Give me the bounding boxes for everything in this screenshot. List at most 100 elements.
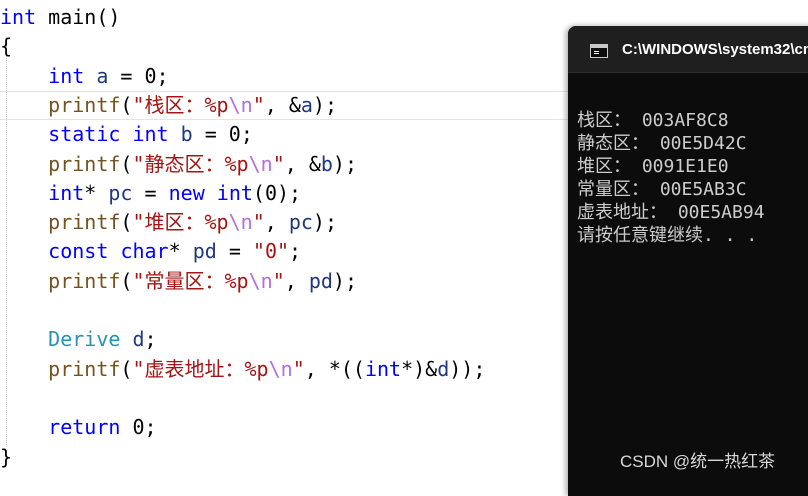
code-token: printf [48,210,121,234]
code-token: pd [308,269,333,293]
console-output-line: 静态区： 00E5D42C [577,133,747,154]
code-token: main() [36,5,121,29]
code-line[interactable]: return 0; [0,413,156,442]
code-token: new [168,181,205,205]
code-token: \n [248,269,273,293]
code-token: " [292,357,305,381]
code-line[interactable]: int main() [0,3,120,32]
code-token: char [120,239,169,263]
code-token: = [132,181,169,205]
code-token: printf [48,152,121,176]
code-token: \n [228,93,253,117]
code-token: ( [120,93,133,117]
code-token: = 0; [192,122,253,146]
code-token: "堆区：%p [132,210,229,234]
code-token: int [364,357,402,381]
code-token: const [48,239,109,263]
console-titlebar[interactable]: C:\WINDOWS\system32\cmd.exe [568,26,808,73]
code-token: a [96,64,109,88]
code-token: return [48,415,121,439]
code-token: ); [332,269,358,293]
code-token: ( [120,210,133,234]
code-token: } [0,445,13,469]
code-token: (0); [252,181,302,205]
code-token: " [272,269,285,293]
code-token: a [300,93,313,117]
code-line[interactable]: printf("静态区：%p\n", &b); [0,150,357,179]
code-token: int [48,64,85,88]
code-token: { [0,34,13,58]
code-token: ( [120,152,133,176]
code-token: " [252,93,265,117]
code-token: \n [248,152,273,176]
code-token: "0" [252,239,290,263]
code-token: " [272,152,285,176]
code-token: ( [120,357,133,381]
console-title: C:\WINDOWS\system32\cmd.exe [622,41,808,58]
code-token: \n [268,357,293,381]
console-output-line: 栈区： 003AF8C8 [577,110,729,131]
console-output-line: 常量区： 00E5AB3C [577,179,747,200]
code-line[interactable]: printf("栈区：%p\n", &a); [0,91,337,120]
console-window[interactable]: C:\WINDOWS\system32\cmd.exe 栈区： 003AF8C8… [568,26,808,496]
code-token: , [284,269,309,293]
code-token: * [84,181,109,205]
code-line[interactable]: int a = 0; [0,62,168,91]
code-line[interactable]: { [0,32,12,61]
code-token: ; [289,239,302,263]
code-token: "常量区：%p [132,269,249,293]
code-line[interactable]: printf("虚表地址：%p\n", *((int*)&d)); [0,355,485,384]
code-token: , & [264,93,301,117]
console-output-line: 请按任意键继续. . . [577,225,758,246]
code-token: ); [332,152,357,176]
code-token: pc [108,181,133,205]
code-line[interactable]: Derive d; [0,325,156,354]
code-line[interactable]: int* pc = new int(0); [0,179,301,208]
code-line[interactable]: printf("堆区：%p\n", pc); [0,208,337,237]
code-token: static [48,122,121,146]
code-token: printf [48,93,121,117]
code-token: " [252,210,265,234]
code-token: )); [449,357,486,381]
code-token: printf [48,269,121,293]
code-token: \n [228,210,253,234]
code-token: d [132,327,145,351]
code-line[interactable]: } [0,443,12,472]
code-token: , *(( [304,357,365,381]
console-output-line: 堆区： 0091E1E0 [577,156,729,177]
code-line[interactable]: static int b = 0; [0,120,253,149]
watermark: CSDN @统一热红茶 [620,452,776,471]
code-token: ); [312,210,338,234]
cmd-icon [590,44,608,58]
console-output-line: 虚表地址： 00E5AB94 [577,202,765,223]
code-token: printf [48,357,121,381]
code-token: ( [120,269,133,293]
code-token: "栈区：%p [132,93,229,117]
code-line[interactable]: const char* pd = "0"; [0,237,301,266]
code-token: b [320,152,333,176]
code-token: int [48,181,85,205]
code-token: , & [284,152,321,176]
code-line[interactable]: printf("常量区：%p\n", pd); [0,267,357,296]
code-token: pd [192,239,217,263]
code-token: , [264,210,289,234]
code-token: "静态区：%p [132,152,249,176]
code-token: "虚表地址：%p [132,357,269,381]
